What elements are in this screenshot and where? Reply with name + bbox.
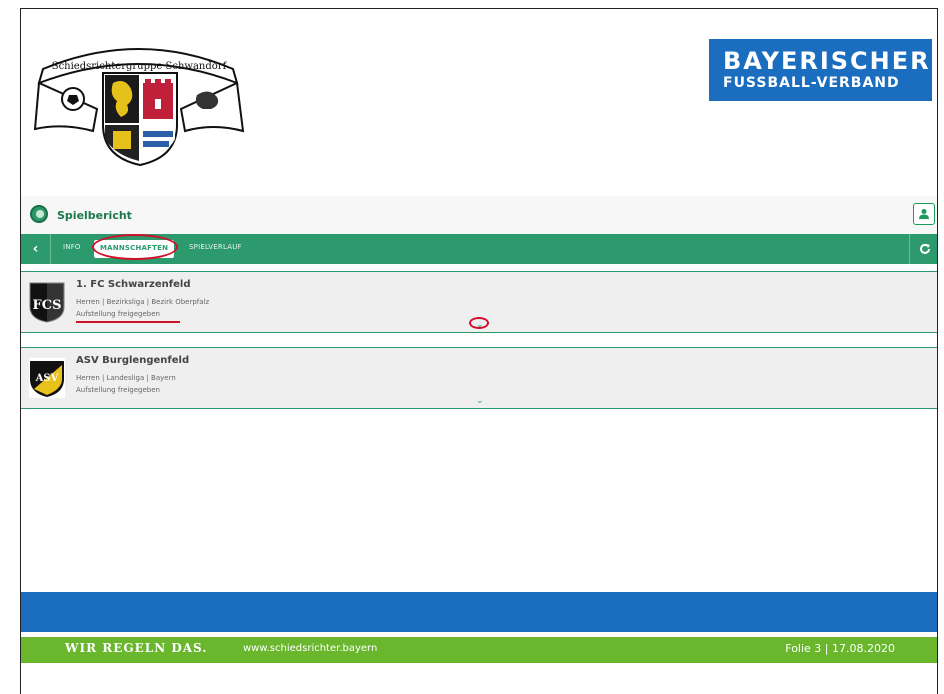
footer-green-band: WIR REGELN DAS. www.schiedsrichter.bayer… [21,637,937,663]
back-button[interactable]: ‹ [21,234,51,264]
chevron-down-icon[interactable]: ⌄ [476,320,484,330]
team-badge-asv: ASV [28,357,66,399]
bfv-logo: BAYERISCHER FUSSBALL-VERBAND [709,39,932,101]
refresh-button[interactable] [909,234,937,264]
tab-info[interactable]: INFO [63,243,81,251]
annotation-circle-tab [92,234,178,260]
footer-website: www.schiedsrichter.bayern [243,643,378,654]
team-badge-fcs: FCS [28,281,66,323]
logo-text: Schiedsrichtergruppe Schwandorf [52,61,228,72]
user-profile-button[interactable] [913,203,935,225]
team-card[interactable]: ASV ASV Burglengenfeld Herren | Landesli… [21,347,937,409]
chevron-down-icon[interactable]: ⌄ [476,396,484,406]
page-title: Spielbericht [57,209,132,222]
team-card[interactable]: FCS 1. FC Schwarzenfeld Herren | Bezirks… [21,271,937,333]
lineup-status: Aufstellung freigegeben [76,386,160,394]
team-badge-text: FCS [33,298,62,313]
referee-group-logo: Schiedsrichtergruppe Schwandorf [33,39,245,167]
dfb-logo-icon [30,205,48,223]
team-league: Herren | Bezirksliga | Bezirk Oberpfalz [76,298,210,306]
slide-frame: Schiedsrichtergruppe Schwandorf BAYERISC… [20,8,938,694]
footer-blue-band [21,592,937,632]
team-name: 1. FC Schwarzenfeld [76,279,191,290]
footer-slogan: WIR REGELN DAS. [65,641,208,655]
app-header: Spielbericht [21,196,937,234]
user-icon [919,209,929,219]
bfv-logo-line1: BAYERISCHER [723,47,931,75]
team-league: Herren | Landesliga | Bayern [76,374,176,382]
tab-spielverlauf[interactable]: SPIELVERLAUF [189,243,242,251]
tab-bar: ‹ INFO MANNSCHAFTEN SPIELVERLAUF [21,234,937,264]
team-badge-text: ASV [35,373,59,384]
lineup-status: Aufstellung freigegeben [76,310,160,318]
bfv-logo-line2: FUSSBALL-VERBAND [723,75,900,91]
slide-number-date: Folie 3 | 17.08.2020 [785,642,895,655]
chevron-left-icon: ‹ [32,241,39,257]
team-name: ASV Burglengenfeld [76,355,190,366]
annotation-underline [76,321,180,323]
refresh-icon [919,243,930,254]
